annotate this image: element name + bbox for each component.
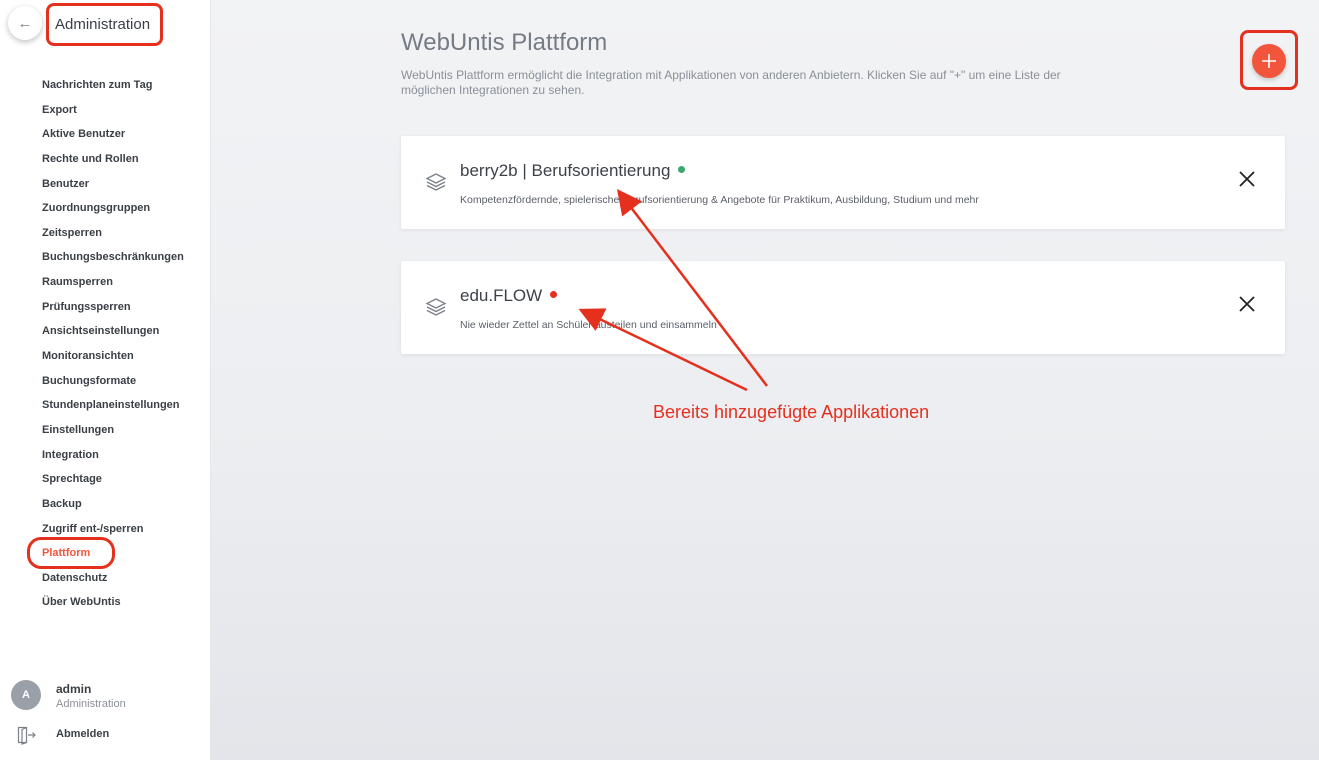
- sidebar-item-datenschutz[interactable]: Datenschutz: [42, 570, 184, 595]
- annotation-box-title: [46, 3, 163, 46]
- app-description: Kompetenzfördernde, spielerische Berufso…: [460, 194, 979, 206]
- close-icon[interactable]: [1238, 170, 1256, 188]
- app-card-eduflow[interactable]: edu.FLOW Nie wieder Zettel an Schüler au…: [401, 261, 1285, 354]
- status-dot-active: [678, 166, 686, 174]
- sidebar-item-einstellungen[interactable]: Einstellungen: [42, 422, 184, 447]
- app-name: berry2b | Berufsorientierung: [460, 161, 686, 181]
- app-name-label: edu.FLOW: [460, 286, 543, 305]
- page-description: WebUntis Plattform ermöglicht die Integr…: [401, 68, 1061, 97]
- sidebar-item-zeitsperren[interactable]: Zeitsperren: [42, 225, 184, 250]
- app-description: Nie wieder Zettel an Schüler austeilen u…: [460, 319, 717, 331]
- status-dot-inactive: [550, 291, 558, 299]
- app-card-berry2b[interactable]: berry2b | Berufsorientierung Kompetenzfö…: [401, 136, 1285, 229]
- sidebar-item-stundenplaneinstellungen[interactable]: Stundenplaneinstellungen: [42, 397, 184, 422]
- user-role: Administration: [56, 698, 126, 710]
- sidebar-item-benutzer[interactable]: Benutzer: [42, 176, 184, 201]
- close-icon[interactable]: [1238, 295, 1256, 313]
- sidebar-item-zuordnungsgruppen[interactable]: Zuordnungsgruppen: [42, 200, 184, 225]
- sidebar-item-raumsperren[interactable]: Raumsperren: [42, 274, 184, 299]
- logout-button[interactable]: Abmelden: [56, 728, 109, 740]
- sidebar-item-backup[interactable]: Backup: [42, 496, 184, 521]
- annotation-box-plattform: [27, 537, 115, 569]
- sidebar-item-buchungsbeschraenkungen[interactable]: Buchungsbeschränkungen: [42, 249, 184, 274]
- layers-icon: [425, 298, 447, 316]
- avatar[interactable]: A: [11, 680, 41, 710]
- arrow-left-icon: ←: [17, 14, 33, 32]
- sidebar: ← Administration Nachrichten zum Tag Exp…: [0, 0, 211, 760]
- layers-icon: [425, 173, 447, 191]
- back-button[interactable]: ←: [8, 6, 42, 40]
- main-content: WebUntis Plattform WebUntis Plattform er…: [211, 0, 1319, 760]
- sidebar-item-monitoransichten[interactable]: Monitoransichten: [42, 348, 184, 373]
- sidebar-item-ansichtseinstellungen[interactable]: Ansichtseinstellungen: [42, 323, 184, 348]
- sidebar-item-ueber-webuntis[interactable]: Über WebUntis: [42, 594, 184, 619]
- logout-icon[interactable]: [16, 725, 36, 745]
- sidebar-item-buchungsformate[interactable]: Buchungsformate: [42, 373, 184, 398]
- page-title: WebUntis Plattform: [401, 29, 608, 56]
- sidebar-item-rechte-rollen[interactable]: Rechte und Rollen: [42, 151, 184, 176]
- sidebar-item-export[interactable]: Export: [42, 102, 184, 127]
- sidebar-item-sprechtage[interactable]: Sprechtage: [42, 471, 184, 496]
- sidebar-item-aktive-benutzer[interactable]: Aktive Benutzer: [42, 126, 184, 151]
- sidebar-item-integration[interactable]: Integration: [42, 447, 184, 472]
- app-name: edu.FLOW: [460, 286, 558, 306]
- sidebar-item-pruefungssperren[interactable]: Prüfungssperren: [42, 299, 184, 324]
- sidebar-item-nachrichten[interactable]: Nachrichten zum Tag: [42, 77, 184, 102]
- annotation-text: Bereits hinzugefügte Applikationen: [653, 402, 930, 422]
- app-name-label: berry2b | Berufsorientierung: [460, 161, 671, 180]
- annotation-box-add: [1240, 30, 1298, 90]
- user-name: admin: [56, 682, 92, 696]
